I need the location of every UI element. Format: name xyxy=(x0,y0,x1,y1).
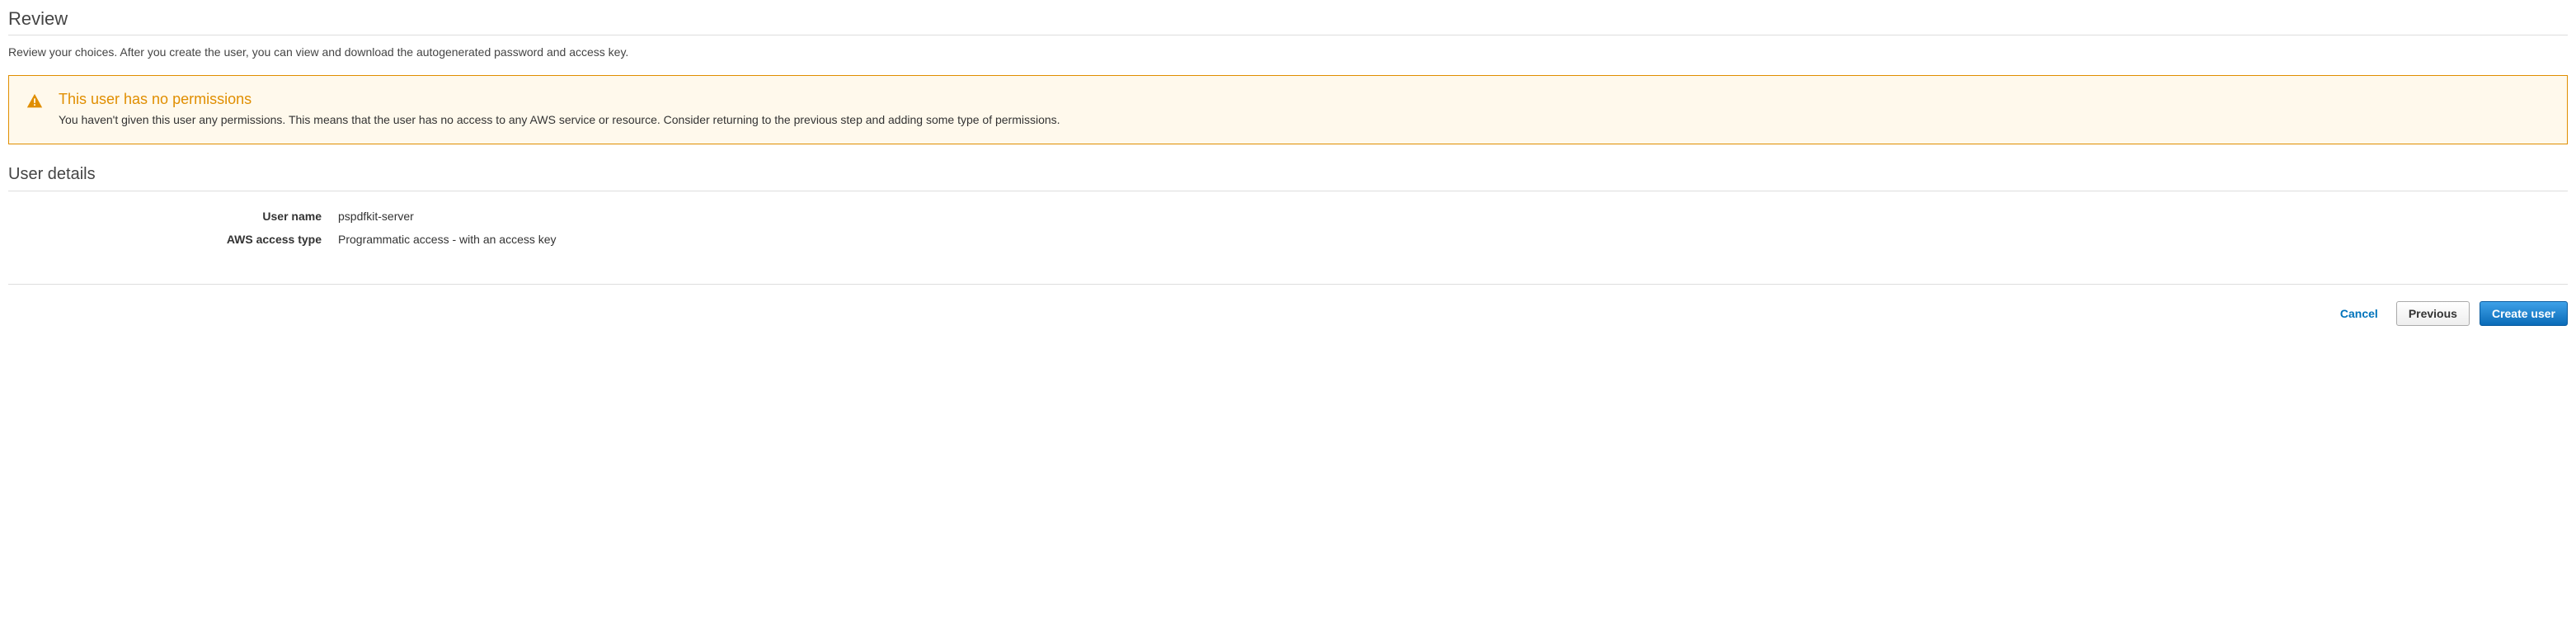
alert-message: You haven't given this user any permissi… xyxy=(59,111,2550,129)
detail-row-access-type: AWS access type Programmatic access - wi… xyxy=(8,228,2568,251)
user-details-title: User details xyxy=(8,165,2568,191)
permissions-warning-alert: This user has no permissions You haven't… xyxy=(8,75,2568,144)
detail-row-username: User name pspdfkit-server xyxy=(8,205,2568,228)
previous-button[interactable]: Previous xyxy=(2396,301,2470,326)
divider xyxy=(8,284,2568,285)
value-username: pspdfkit-server xyxy=(338,210,414,223)
warning-icon xyxy=(26,92,44,111)
create-user-button[interactable]: Create user xyxy=(2480,301,2568,326)
review-description: Review your choices. After you create th… xyxy=(8,45,2568,59)
action-row: Cancel Previous Create user xyxy=(8,301,2568,326)
label-username: User name xyxy=(8,210,338,223)
label-access-type: AWS access type xyxy=(8,233,338,246)
cancel-button[interactable]: Cancel xyxy=(2332,302,2386,325)
alert-title: This user has no permissions xyxy=(59,91,2550,108)
review-title: Review xyxy=(8,8,2568,35)
value-access-type: Programmatic access - with an access key xyxy=(338,233,557,246)
